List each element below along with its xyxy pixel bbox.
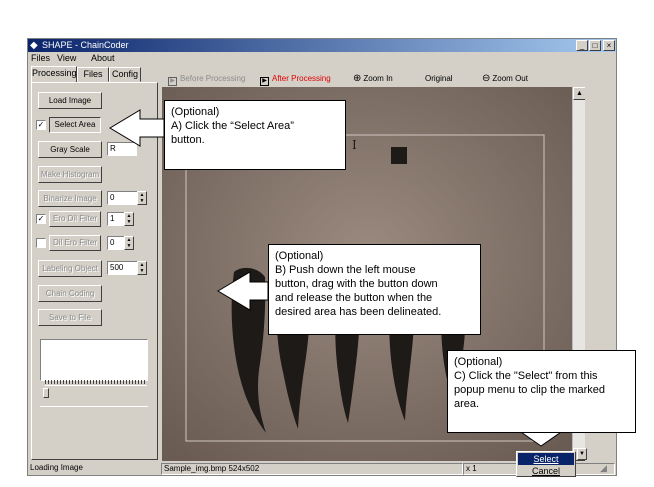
callout-b-line-4: desired area has been delineated. (275, 306, 442, 318)
callout-c: (Optional) C) Click the "Select" from th… (447, 350, 636, 433)
callout-c-line-1: C) Click the "Select" from this (454, 370, 598, 382)
callout-c-line-2: popup menu to clip the marked (454, 384, 606, 396)
popup-select-item[interactable]: Select (518, 453, 574, 465)
callout-c-line-3: area. (454, 398, 480, 410)
popup-scroll-button[interactable]: ▼ (577, 448, 587, 460)
arrow-b-icon (217, 271, 269, 311)
callout-a-line-1: A) Click the “Select Area” (171, 120, 294, 132)
callout-a-line-2: button. (171, 134, 205, 146)
callout-b-line-1: B) Push down the left mouse (275, 264, 416, 276)
popup-cancel-item[interactable]: Cancel (518, 465, 574, 477)
callout-b: (Optional) B) Push down the left mouse b… (268, 244, 481, 335)
callout-c-title: (Optional) (454, 356, 503, 368)
arrow-a-icon (109, 109, 165, 147)
callout-b-title: (Optional) (275, 250, 324, 262)
callout-b-line-3: and release the button when the (275, 292, 433, 304)
resize-grip-icon[interactable]: ◢ (600, 462, 614, 475)
callout-b-line-2: button, drag with the button down (275, 278, 438, 290)
callout-a-title: (Optional) (171, 106, 220, 118)
popup-menu: Select Cancel (516, 451, 576, 477)
callout-a: (Optional) A) Click the “Select Area” bu… (164, 100, 346, 170)
